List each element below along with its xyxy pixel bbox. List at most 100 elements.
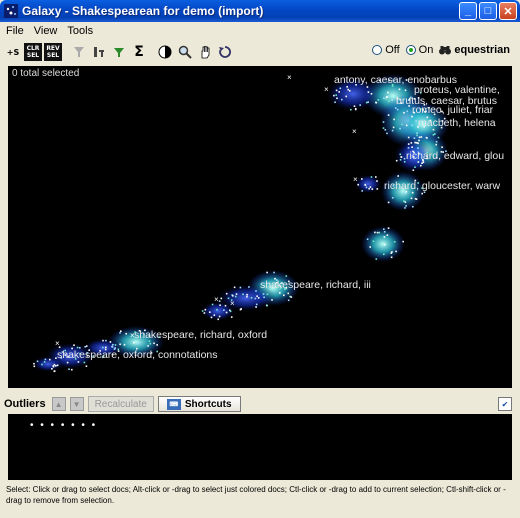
document-point (366, 238, 369, 240)
document-point (386, 234, 389, 236)
document-point (271, 299, 273, 301)
tools-button[interactable] (90, 43, 108, 61)
title-bar: Galaxy - Shakespearean for demo (import)… (0, 0, 520, 22)
document-point (361, 178, 363, 180)
outliers-down-button[interactable]: ▼ (69, 397, 84, 411)
outliers-panel[interactable]: • • • • • • • (8, 414, 512, 480)
document-point (266, 293, 269, 296)
galaxy-view[interactable]: × × × × × × × × antony, caesar, enobarbus proteu… (8, 66, 512, 388)
document-point (350, 108, 352, 111)
document-point (383, 97, 385, 99)
pan-button[interactable] (196, 43, 214, 61)
document-point (390, 256, 393, 259)
document-point (239, 286, 242, 289)
document-point (248, 286, 250, 288)
sigma-icon: Σ (134, 44, 144, 60)
maximize-button[interactable]: □ (479, 2, 497, 20)
cluster-label: richard, gloucester, warw (384, 180, 501, 192)
document-point (375, 258, 378, 260)
maximize-icon: □ (484, 5, 492, 17)
document-point (391, 197, 394, 199)
minimize-button[interactable]: _ (459, 2, 477, 20)
document-point (256, 295, 258, 297)
document-point (416, 132, 418, 134)
document-point (283, 294, 285, 297)
clear-selection-button[interactable]: CLR SEL (24, 43, 42, 61)
document-point (223, 309, 225, 311)
document-point (201, 310, 204, 312)
outlier-marker: × (324, 85, 329, 94)
menu-tools[interactable]: Tools (67, 25, 93, 37)
document-point (441, 146, 443, 148)
reset-button[interactable] (216, 43, 234, 61)
status-bar: Select: Click or drag to select docs; Al… (6, 485, 506, 505)
zoom-button[interactable] (176, 43, 194, 61)
recalculate-button[interactable]: Recalculate (87, 396, 154, 412)
document-point (232, 295, 234, 297)
document-point (382, 121, 385, 123)
document-point (425, 136, 428, 139)
document-point (411, 146, 413, 148)
document-point (372, 240, 375, 243)
search-term-indicator[interactable]: equestrian (439, 44, 510, 56)
document-point (262, 293, 265, 295)
add-selection-button[interactable]: +S (4, 43, 22, 61)
document-point (393, 118, 395, 121)
document-point (421, 192, 423, 195)
funnel-button[interactable] (110, 43, 128, 61)
menu-file[interactable]: File (6, 25, 24, 37)
tools-icon (94, 47, 104, 57)
document-point (41, 363, 43, 366)
cluster-label: shakespeare, oxford, connotations (57, 349, 218, 361)
document-point (235, 293, 238, 295)
cluster-label: macbeth, helena (418, 117, 496, 129)
document-point (246, 295, 248, 298)
document-point (353, 105, 356, 107)
document-point (111, 346, 114, 348)
document-point (354, 108, 357, 111)
document-point (375, 101, 378, 104)
document-point (254, 297, 257, 300)
document-point (255, 290, 257, 292)
outliers-up-button[interactable]: ▲ (51, 397, 66, 411)
document-point (416, 134, 418, 137)
document-point (398, 88, 401, 91)
document-point (359, 104, 361, 106)
document-point (404, 192, 407, 195)
document-point (365, 101, 368, 104)
document-point (335, 94, 337, 96)
document-point (336, 97, 338, 100)
arrow-down-icon: ▼ (72, 399, 81, 409)
document-point (156, 344, 158, 346)
document-point (414, 166, 416, 168)
radio-off[interactable]: Off (372, 44, 400, 56)
document-point (420, 164, 422, 167)
document-point (405, 124, 408, 127)
sum-button[interactable]: Σ (130, 43, 148, 61)
document-point (73, 344, 75, 346)
document-point (68, 368, 70, 370)
menu-view[interactable]: View (34, 25, 58, 37)
document-point (66, 361, 69, 364)
outliers-options-button[interactable]: ✔ (498, 397, 512, 411)
document-point (406, 110, 409, 113)
filter-button[interactable] (70, 43, 88, 61)
radio-on-dot (405, 45, 416, 55)
document-point (405, 205, 407, 207)
document-point (407, 143, 410, 145)
document-point (377, 99, 380, 101)
document-point (383, 253, 385, 256)
document-point (376, 231, 379, 234)
document-point (255, 303, 258, 306)
galaxy-canvas[interactable]: ××××× ××× antony, caesar, enobarbusproteu… (8, 66, 512, 388)
shortcuts-button[interactable]: ⌨ Shortcuts (157, 396, 241, 412)
document-point (385, 98, 387, 100)
radio-on[interactable]: On (405, 44, 433, 56)
outliers-toolbar: Outliers ▲ ▼ Recalculate ⌨ Shortcuts ✔ (4, 394, 516, 414)
reverse-selection-button[interactable]: REV SEL (44, 43, 62, 61)
close-button[interactable]: ✕ (499, 2, 517, 20)
document-point (36, 360, 39, 363)
document-point (364, 184, 367, 186)
document-point (388, 100, 390, 103)
contrast-button[interactable] (156, 43, 174, 61)
